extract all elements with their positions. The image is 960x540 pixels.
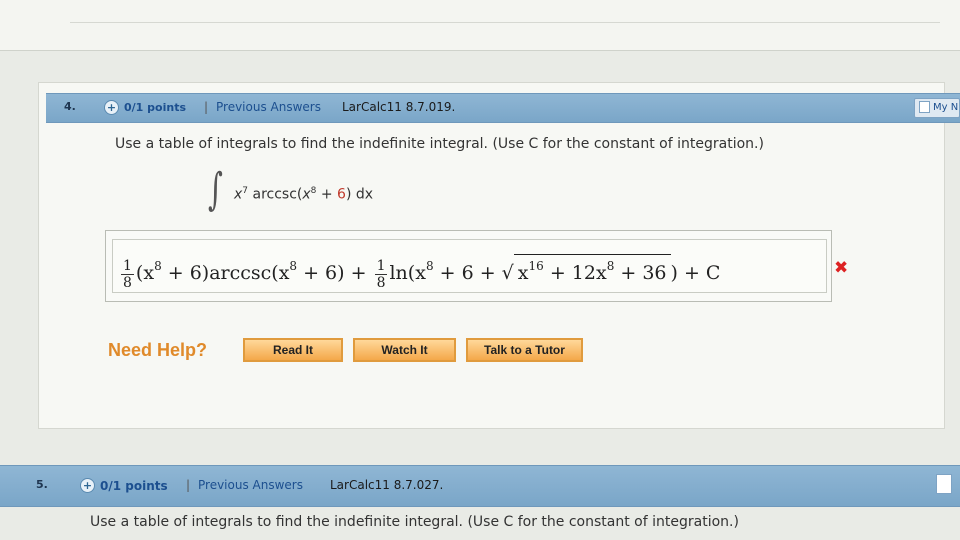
- question-instruction-5: Use a table of integrals to find the ind…: [90, 514, 739, 530]
- expand-plus-icon[interactable]: +: [104, 100, 119, 115]
- sqrt-icon: √: [501, 262, 514, 284]
- expand-plus-icon[interactable]: +: [80, 478, 95, 493]
- answer-box: 1 8 (x8 + 6)arccsc(x8 + 6) + 1 8 ln(x8 + 6 +…: [105, 230, 832, 302]
- previous-answers-link[interactable]: Previous Answers: [198, 478, 303, 492]
- header-separator: |: [186, 478, 191, 492]
- my-notes-label: My N: [933, 102, 959, 113]
- question-reference: LarCalc11 8.7.019.: [342, 100, 456, 114]
- points-label: 0/1 points: [124, 101, 186, 114]
- need-help-label: Need Help?: [108, 340, 208, 360]
- question-number: 4.: [64, 100, 76, 113]
- integrand: x7 arccsc(x8 + 6) dx: [234, 186, 374, 203]
- answer-expression: 1 8 (x8 + 6)arccsc(x8 + 6) + 1 8 ln(x8 + 6 +…: [119, 244, 720, 295]
- points-label: 0/1 points: [100, 479, 168, 493]
- question-header-5: 5. + 0/1 points | Previous Answers LarCa…: [0, 465, 960, 507]
- question-header-4: 4. + 0/1 points | Previous Answers LarCa…: [46, 93, 960, 123]
- question-reference: LarCalc11 8.7.027.: [330, 478, 444, 492]
- previous-question-panel: [0, 0, 960, 51]
- notes-icon[interactable]: [936, 474, 952, 494]
- header-separator: |: [204, 100, 209, 114]
- sqrt-radicand: x16 + 12x8 + 36: [513, 254, 671, 284]
- my-notes-button[interactable]: My N: [914, 98, 960, 118]
- answer-input[interactable]: 1 8 (x8 + 6)arccsc(x8 + 6) + 1 8 ln(x8 + 6 +…: [112, 239, 827, 293]
- read-it-button[interactable]: Read It: [243, 338, 343, 362]
- integral-sign-icon: ∫: [208, 164, 223, 215]
- previous-answers-link[interactable]: Previous Answers: [216, 100, 321, 114]
- question-number: 5.: [36, 478, 48, 491]
- notes-icon: [919, 101, 930, 113]
- talk-to-tutor-button[interactable]: Talk to a Tutor: [466, 338, 583, 362]
- fraction-one-eighth-2: 18: [374, 257, 388, 291]
- incorrect-cross-icon: ✖: [834, 258, 849, 278]
- question-instruction: Use a table of integrals to find the ind…: [115, 136, 764, 152]
- fraction-one-eighth: 18: [121, 257, 134, 291]
- panel-divider: [70, 22, 940, 23]
- watch-it-button[interactable]: Watch It: [353, 338, 456, 362]
